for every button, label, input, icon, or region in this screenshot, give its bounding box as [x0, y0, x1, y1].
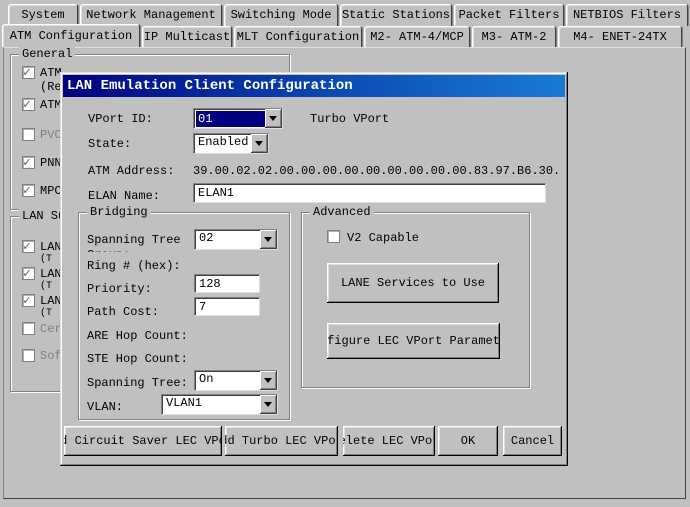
cancel-button[interactable]: Cancel — [503, 426, 562, 456]
lan-checkbox-5-label: Sof — [40, 349, 62, 363]
delete-lec-vport-button[interactable]: Delete LEC VPort — [343, 426, 435, 456]
spanning-tree-group-label: Spanning Tree — [87, 233, 181, 247]
general-checkbox-1-sublabel: (Re — [40, 80, 62, 94]
v2-capable-label: V2 Capable — [347, 231, 419, 245]
lan-checkbox-3[interactable] — [22, 294, 35, 307]
tab-ip-multicast[interactable]: IP Multicast — [142, 26, 232, 47]
lan-checkbox-2[interactable] — [22, 267, 35, 280]
general-checkbox-2[interactable] — [22, 98, 35, 111]
spanning-tree-combobox[interactable]: On — [194, 370, 278, 391]
bridging-groupbox: Bridging Spanning Tree Group: 02 Ring # … — [78, 212, 290, 420]
tab-netbios-filters[interactable]: NETBIOS Filters — [566, 4, 688, 26]
general-checkbox-5[interactable] — [22, 184, 35, 197]
lan-checkbox-1[interactable] — [22, 240, 35, 253]
tab-network-management[interactable]: Network Management — [80, 4, 222, 26]
atm-address-value: 39.00.02.02.00.00.00.00.00.00.00.00.00.8… — [193, 164, 559, 178]
configure-lec-vport-button[interactable]: Configure LEC VPort Parameters — [327, 323, 500, 359]
vport-id-value: 01 — [196, 111, 265, 127]
ok-button[interactable]: OK — [438, 426, 498, 456]
ste-hop-count-label: STE Hop Count: — [87, 352, 188, 366]
state-dropdown-arrow-icon[interactable] — [251, 134, 268, 153]
lan-checkbox-2-label: LAN — [40, 267, 62, 281]
spanning-tree-label: Spanning Tree: — [87, 376, 188, 390]
lan-checkbox-4[interactable] — [22, 322, 35, 335]
turbo-vport-note: Turbo VPort — [310, 112, 389, 126]
lan-checkbox-1-sublabel: (T — [40, 254, 52, 265]
general-group-title: General — [19, 47, 75, 61]
v2-capable-checkbox[interactable] — [327, 230, 340, 243]
state-combobox[interactable]: Enabled — [193, 133, 269, 154]
priority-input[interactable] — [194, 274, 260, 293]
spanning-tree-group-value: 02 — [195, 230, 260, 249]
lan-checkbox-5[interactable] — [22, 349, 35, 362]
general-checkbox-3[interactable] — [22, 128, 35, 141]
lan-checkbox-4-label: Cer — [40, 322, 62, 336]
tab-mlt-configuration[interactable]: MLT Configuration — [234, 26, 362, 47]
state-label: State: — [88, 137, 131, 151]
spanning-tree-group-label-line2: Group: — [87, 248, 147, 252]
vport-id-label: VPort ID: — [88, 112, 153, 126]
lan-checkbox-3-label: LAN — [40, 294, 62, 308]
state-value: Enabled — [194, 134, 251, 153]
general-checkbox-5-label: MPC — [40, 184, 62, 198]
elan-name-label: ELAN Name: — [88, 189, 160, 203]
lane-services-button[interactable]: LANE Services to Use — [327, 263, 499, 303]
advanced-groupbox: Advanced V2 Capable LANE Services to Use… — [301, 212, 530, 388]
tab-packet-filters[interactable]: Packet Filters — [454, 4, 564, 26]
lec-configuration-dialog: LAN Emulation Client Configuration VPort… — [60, 72, 568, 466]
add-circuit-saver-lec-vport-button[interactable]: Add Circuit Saver LEC VPort — [64, 426, 222, 456]
app-window: System Network Management Switching Mode… — [0, 0, 690, 507]
vport-id-dropdown-arrow-icon[interactable] — [265, 109, 282, 128]
general-checkbox-1-label: ATM — [40, 66, 62, 80]
vlan-combobox[interactable]: VLAN1 — [161, 394, 278, 415]
tab-m4-enet24tx[interactable]: M4- ENET-24TX — [558, 26, 682, 47]
add-turbo-lec-vport-button[interactable]: Add Turbo LEC VPort — [225, 426, 338, 456]
lan-checkbox-3-sublabel: (T — [40, 308, 52, 319]
dialog-titlebar[interactable]: LAN Emulation Client Configuration — [63, 75, 565, 97]
priority-label: Priority: — [87, 282, 152, 296]
vlan-value: VLAN1 — [162, 395, 260, 414]
dialog-title: LAN Emulation Client Configuration — [67, 78, 353, 94]
bridging-group-title: Bridging — [87, 205, 151, 219]
tab-bar-bottom: ATM Configuration IP Multicast MLT Confi… — [2, 26, 682, 47]
path-cost-input[interactable] — [194, 297, 260, 316]
are-hop-count-label: ARE Hop Count: — [87, 329, 188, 343]
lan-checkbox-2-sublabel: (T — [40, 281, 52, 292]
spanning-tree-group-dropdown-arrow-icon[interactable] — [260, 230, 277, 249]
general-checkbox-1[interactable] — [22, 66, 35, 79]
tab-switching-mode[interactable]: Switching Mode — [224, 4, 338, 26]
lan-checkbox-1-label: LAN — [40, 240, 62, 254]
tab-bar-top: System Network Management Switching Mode… — [8, 4, 688, 26]
elan-name-input[interactable] — [193, 183, 546, 203]
advanced-group-title: Advanced — [310, 205, 374, 219]
spanning-tree-group-combobox[interactable]: 02 — [194, 229, 278, 250]
spanning-tree-dropdown-arrow-icon[interactable] — [260, 371, 277, 390]
general-checkbox-2-label: ATM — [40, 98, 62, 112]
tab-m3-atm2[interactable]: M3- ATM-2 — [472, 26, 556, 47]
general-checkbox-4[interactable] — [22, 156, 35, 169]
vport-id-combobox[interactable]: 01 — [193, 108, 283, 129]
vlan-dropdown-arrow-icon[interactable] — [260, 395, 277, 414]
ring-hex-label: Ring # (hex): — [87, 259, 181, 273]
tab-atm-configuration[interactable]: ATM Configuration — [2, 24, 140, 47]
atm-address-label: ATM Address: — [88, 164, 174, 178]
general-checkbox-3-label: PVC — [40, 128, 62, 142]
tab-m2-atm4-mcp[interactable]: M2- ATM-4/MCP — [364, 26, 470, 47]
vlan-label: VLAN: — [87, 400, 123, 414]
path-cost-label: Path Cost: — [87, 305, 159, 319]
tab-system[interactable]: System — [8, 4, 78, 26]
tab-static-stations[interactable]: Static Stations — [340, 4, 452, 26]
spanning-tree-value: On — [195, 371, 260, 390]
general-checkbox-4-label: PNN — [40, 156, 62, 170]
